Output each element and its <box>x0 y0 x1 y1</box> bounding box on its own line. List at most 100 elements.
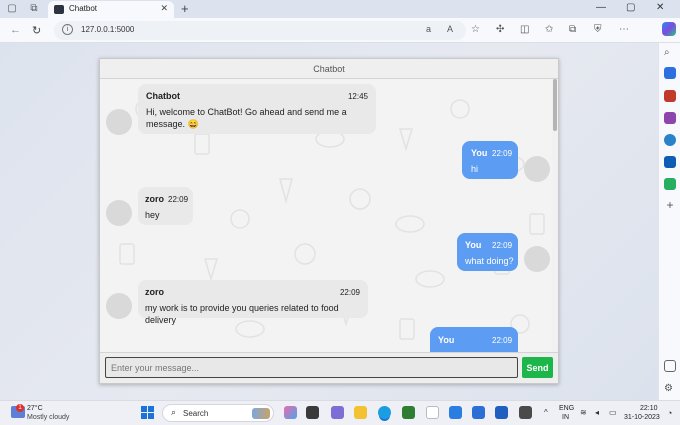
message-sender: zoro <box>145 287 164 297</box>
message-sender: Chatbot <box>146 91 180 101</box>
search-icon: ⌕ <box>171 407 177 417</box>
bot-avatar <box>106 109 132 135</box>
edge-sidebar: ⌕ + ⚙ <box>658 43 680 400</box>
search-highlight-icon <box>252 408 270 419</box>
menu-icon[interactable]: ⋯ <box>619 24 629 35</box>
site-info-icon[interactable]: i <box>62 24 73 35</box>
reload-icon[interactable]: ↻ <box>32 24 41 37</box>
copilot-icon[interactable] <box>662 22 676 36</box>
back-icon[interactable]: ← <box>10 24 21 36</box>
address-bar[interactable]: i 127.0.0.1:5000 A a <box>54 21 466 40</box>
windows-start-icon[interactable] <box>141 406 154 419</box>
volume-icon[interactable]: ◂ <box>595 408 599 417</box>
task-view-icon[interactable] <box>306 406 319 419</box>
message-bubble-bot: Chatbot 12:45 Hi, welcome to ChatBot! Go… <box>138 84 376 134</box>
message-time: 22:09 <box>492 241 513 250</box>
message-bubble-bot: zoro 22:09 my work is to provide you que… <box>138 280 368 325</box>
chat-scrollbar[interactable] <box>552 79 558 352</box>
message-time: 22:09 <box>168 195 189 204</box>
sidebar-games-icon[interactable] <box>664 112 676 124</box>
weather-badge: 1 <box>16 404 24 412</box>
message-text-line2: message. 😄 <box>146 119 199 129</box>
sidebar-layout-icon[interactable] <box>664 360 676 372</box>
input-language[interactable]: ENG <box>559 405 574 412</box>
message-bubble-user: You 22:09 what doing? <box>457 233 518 271</box>
message-time: 22:09 <box>492 149 513 158</box>
translate-icon[interactable]: a <box>426 24 431 34</box>
taskbar-search[interactable]: ⌕ Search <box>162 404 274 422</box>
sidebar-drop-icon[interactable] <box>664 178 676 190</box>
file-explorer-icon[interactable] <box>354 406 367 419</box>
message-sender: You <box>465 240 482 250</box>
clock-time[interactable]: 22:10 <box>640 405 658 412</box>
message-time: 12:45 <box>347 92 368 101</box>
message-sender: You <box>471 148 488 158</box>
extensions-icon[interactable]: ✣ <box>496 24 504 35</box>
maximize-icon[interactable]: ▢ <box>626 2 635 13</box>
devtools-app-icon[interactable] <box>519 406 532 419</box>
weather-temperature[interactable]: 27°C <box>27 405 43 412</box>
page-viewport: Chatbot Chatbot 12:45 Hi, welcome to Cha… <box>0 43 658 400</box>
favorite-star-icon[interactable]: ☆ <box>471 24 480 35</box>
sidebar-settings-icon[interactable]: ⚙ <box>664 383 676 395</box>
message-text: my work is to provide you queries relate… <box>145 303 339 325</box>
message-text: hey <box>145 210 160 220</box>
bot-avatar <box>106 293 132 319</box>
battery-icon[interactable]: ▭ <box>609 408 617 417</box>
store-app-icon[interactable] <box>402 406 415 419</box>
minimize-icon[interactable]: — <box>596 2 606 13</box>
vscode-app-icon[interactable] <box>472 406 485 419</box>
browser-essentials-icon[interactable]: ⛨ <box>594 24 602 35</box>
new-tab-icon[interactable]: + <box>181 1 189 16</box>
message-sender: You <box>438 335 455 345</box>
message-text-line1: Hi, welcome to ChatBot! Go ahead and sen… <box>146 107 347 117</box>
browser-tab-chatbot[interactable]: Chatbot ✕ <box>48 1 174 18</box>
split-screen-icon[interactable]: ◫ <box>520 24 529 35</box>
url-text[interactable]: 127.0.0.1:5000 <box>81 25 134 34</box>
message-bubble-user: You 22:09 <box>430 327 518 352</box>
notifications-icon[interactable]: ◔ <box>667 408 672 418</box>
wifi-icon[interactable]: ≋ <box>580 408 587 417</box>
weather-description[interactable]: Mostly cloudy <box>27 414 69 421</box>
tray-overflow-icon[interactable]: ^ <box>544 408 548 417</box>
tab-favicon-icon <box>54 5 64 14</box>
sidebar-add-icon[interactable]: + <box>664 199 676 211</box>
clock-date[interactable]: 31-10-2023 <box>624 414 660 421</box>
message-bubble-user: You 22:09 hi <box>462 141 518 179</box>
profile-icon[interactable]: ▢ <box>6 3 18 15</box>
sidebar-outlook-icon[interactable] <box>664 156 676 168</box>
tab-close-icon[interactable]: ✕ <box>160 3 168 14</box>
teams-app-icon[interactable] <box>331 406 344 419</box>
message-time: 22:09 <box>339 288 360 297</box>
collections-icon[interactable]: ⧉ <box>569 24 576 35</box>
message-text: what doing? <box>465 256 514 266</box>
edge-app-icon[interactable] <box>378 406 391 419</box>
chat-scrollbar-thumb[interactable] <box>553 79 557 131</box>
tab-actions-icon[interactable]: ⧉ <box>28 3 40 15</box>
message-time: 22:09 <box>492 336 513 345</box>
read-aloud-icon[interactable]: A <box>447 24 453 34</box>
message-sender: zoro <box>145 194 164 204</box>
sidebar-copilot-icon[interactable] <box>664 134 676 146</box>
chat-window: Chatbot Chatbot 12:45 Hi, welcome to Cha… <box>99 58 559 384</box>
notepad-app-icon[interactable] <box>426 406 439 419</box>
word-app-icon[interactable] <box>495 406 508 419</box>
browser-tab-bar: ▢ ⧉ Chatbot ✕ + — ▢ ✕ <box>0 0 680 18</box>
todo-app-icon[interactable] <box>449 406 462 419</box>
chat-input-area: Send <box>100 352 558 383</box>
chat-header-title: Chatbot <box>100 59 558 79</box>
user-avatar <box>524 156 550 182</box>
chat-messages[interactable]: Chatbot 12:45 Hi, welcome to ChatBot! Go… <box>100 79 558 352</box>
window-close-icon[interactable]: ✕ <box>656 2 664 13</box>
favorites-icon[interactable]: ✩ <box>545 24 553 35</box>
send-button[interactable]: Send <box>522 357 553 378</box>
browser-toolbar: ← ↻ i 127.0.0.1:5000 A a ☆ ✣ ◫ ✩ ⧉ ⛨ ⋯ <box>0 18 680 43</box>
sidebar-tag-icon[interactable] <box>664 67 676 79</box>
sidebar-search-icon[interactable]: ⌕ <box>664 47 676 59</box>
sidebar-tools-icon[interactable] <box>664 90 676 102</box>
message-bubble-bot: zoro 22:09 hey <box>138 187 193 225</box>
user-avatar <box>524 246 550 272</box>
copilot-app-icon[interactable] <box>284 406 297 419</box>
input-region[interactable]: IN <box>562 414 569 421</box>
message-input[interactable] <box>105 357 518 378</box>
